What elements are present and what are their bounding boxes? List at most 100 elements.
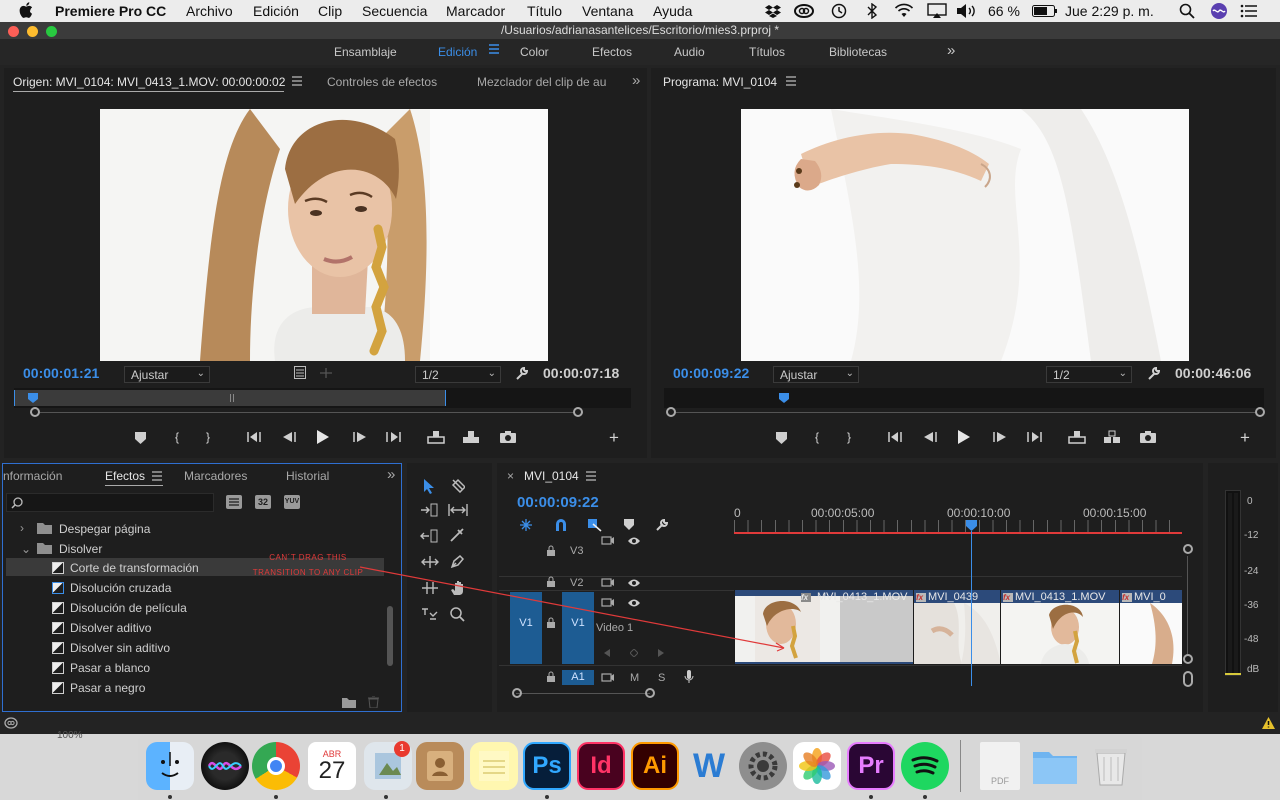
eye-icon[interactable] xyxy=(627,578,641,588)
dock-siri[interactable] xyxy=(201,742,249,790)
step-forward-icon[interactable] xyxy=(993,431,1007,443)
timeline-clip[interactable]: fx MVI_0439 xyxy=(913,590,1000,664)
vertical-zoom-handle-top[interactable] xyxy=(1183,544,1193,554)
program-menu-icon[interactable] xyxy=(786,76,796,86)
warning-icon[interactable] xyxy=(1262,717,1275,729)
tree-folder-despegar[interactable]: Despegar página xyxy=(59,522,150,536)
dock-finder[interactable] xyxy=(146,742,194,790)
program-video-frame[interactable] xyxy=(741,109,1189,361)
workspace-overflow-button[interactable]: » xyxy=(947,42,955,59)
insert-overlay-icon[interactable] xyxy=(319,367,333,379)
eye-icon[interactable] xyxy=(627,598,641,608)
source-video-frame[interactable] xyxy=(100,109,548,361)
close-window-button[interactable] xyxy=(8,26,19,37)
time-machine-icon[interactable] xyxy=(830,3,847,19)
tab-source[interactable]: Origen: MVI_0104: MVI_0413_1.MOV: 00:00:… xyxy=(13,75,285,89)
chevron-down-icon[interactable]: ⌄ xyxy=(21,542,31,556)
linked-selection-icon[interactable] xyxy=(587,518,603,532)
dock-calendar[interactable]: ABR 27 xyxy=(308,742,356,790)
dock-photos[interactable] xyxy=(793,742,841,790)
track-name-video-1[interactable]: Video 1 xyxy=(596,622,633,634)
sync-lock-icon[interactable] xyxy=(601,577,615,588)
effect-disolver-aditivo[interactable]: Disolver aditivo xyxy=(70,621,151,635)
timeline-playhead[interactable] xyxy=(966,520,977,531)
sync-lock-icon[interactable] xyxy=(601,535,615,546)
workspace-menu-icon[interactable] xyxy=(489,44,499,54)
effect-disolucion-pelicula[interactable]: Disolución de película xyxy=(70,601,187,615)
source-panel-overflow[interactable]: » xyxy=(632,72,640,89)
effect-pasar-negro[interactable]: Pasar a negro xyxy=(70,681,145,695)
menu-ayuda[interactable]: Ayuda xyxy=(653,3,692,19)
effect-pasar-blanco[interactable]: Pasar a blanco xyxy=(70,661,150,675)
rate-stretch-tool-icon[interactable] xyxy=(420,529,438,543)
program-current-timecode[interactable]: 00:00:09:22 xyxy=(673,365,749,381)
source-playhead[interactable] xyxy=(27,393,38,403)
horizontal-scrollbar[interactable] xyxy=(516,693,650,694)
effects-menu-icon[interactable] xyxy=(152,471,162,481)
tab-audio-clip-mixer[interactable]: Mezclador del clip de au xyxy=(477,75,609,89)
play-icon[interactable] xyxy=(958,430,970,444)
creative-cloud-status-icon[interactable] xyxy=(4,717,18,729)
program-zoom-handle-right[interactable] xyxy=(1255,407,1265,417)
mark-in-icon[interactable]: { xyxy=(815,430,819,444)
battery-icon[interactable] xyxy=(1032,5,1058,17)
workspace-titulos[interactable]: Títulos xyxy=(749,45,785,59)
vertical-scrollbar[interactable] xyxy=(1187,556,1188,654)
pen-tool-icon[interactable] xyxy=(450,555,464,569)
accelerated-effects-icon[interactable] xyxy=(226,495,242,509)
go-to-in-icon[interactable] xyxy=(247,431,262,443)
work-area-bar[interactable] xyxy=(734,532,1182,534)
lock-icon[interactable] xyxy=(546,671,556,682)
lock-icon[interactable] xyxy=(546,576,556,587)
wifi-icon[interactable] xyxy=(894,3,914,19)
step-forward-icon[interactable] xyxy=(353,431,367,443)
timeline-clip[interactable]: fx MVI_0 xyxy=(1119,590,1182,664)
dock-illustrator[interactable]: Ai xyxy=(631,742,679,790)
app-menu[interactable]: Premiere Pro CC xyxy=(55,3,166,19)
tab-sequence[interactable]: MVI_0104 xyxy=(524,469,579,483)
effect-corte-transformacion[interactable]: Corte de transformación xyxy=(70,561,199,575)
rolling-edit-tool-icon[interactable] xyxy=(448,503,468,517)
effects-scrollbar[interactable] xyxy=(387,606,393,666)
eye-icon[interactable] xyxy=(627,536,641,546)
tree-folder-disolver[interactable]: Disolver xyxy=(59,542,102,556)
source-zoom-handle-left[interactable] xyxy=(30,407,40,417)
track-label-v2[interactable]: V2 xyxy=(570,577,583,589)
step-back-icon[interactable] xyxy=(282,431,296,443)
text-tool-icon[interactable] xyxy=(421,607,438,622)
yuv-effects-icon[interactable]: YUV xyxy=(284,495,300,509)
zoom-tool-icon[interactable] xyxy=(450,607,465,622)
overwrite-icon[interactable] xyxy=(462,430,480,444)
horizontal-zoom-handle-left[interactable] xyxy=(512,688,522,698)
nest-toggle-icon[interactable] xyxy=(519,518,533,532)
track-label-v3[interactable]: V3 xyxy=(570,545,583,557)
dropbox-icon[interactable] xyxy=(765,4,781,18)
effects-panel-overflow[interactable]: » xyxy=(387,466,395,483)
ripple-edit-tool-icon[interactable] xyxy=(420,503,438,517)
extract-icon[interactable] xyxy=(1103,430,1121,444)
dock-notes[interactable] xyxy=(470,742,518,790)
mark-out-icon[interactable]: } xyxy=(847,430,851,444)
minimize-window-button[interactable] xyxy=(27,26,38,37)
new-bin-icon[interactable] xyxy=(342,697,356,708)
sync-lock-icon[interactable] xyxy=(601,672,615,683)
timeline-clip[interactable]: fx MVI_0413_1.MOV xyxy=(1000,590,1119,664)
keyframe-prev-icon[interactable] xyxy=(603,648,611,658)
wrench-icon[interactable] xyxy=(1146,366,1161,381)
program-playhead[interactable] xyxy=(779,393,789,403)
slide-tool-icon[interactable] xyxy=(421,581,439,595)
menu-titulo[interactable]: Título xyxy=(527,3,562,19)
notification-center-icon[interactable] xyxy=(1240,3,1258,19)
source-resolution-dropdown[interactable]: 1/2 ⌄ xyxy=(415,366,501,383)
menu-secuencia[interactable]: Secuencia xyxy=(362,3,427,19)
export-frame-icon[interactable] xyxy=(1140,431,1156,443)
step-back-icon[interactable] xyxy=(923,431,937,443)
effect-disolucion-cruzada[interactable]: Disolución cruzada xyxy=(70,581,171,595)
slip-tool-icon[interactable] xyxy=(420,555,440,569)
keyframe-next-icon[interactable] xyxy=(657,648,665,658)
go-to-out-icon[interactable] xyxy=(386,431,401,443)
razor-tool-icon[interactable] xyxy=(450,528,464,542)
source-timeruler[interactable] xyxy=(14,388,631,408)
lock-icon[interactable] xyxy=(546,617,556,628)
tab-informacion[interactable]: nformación xyxy=(3,469,62,483)
